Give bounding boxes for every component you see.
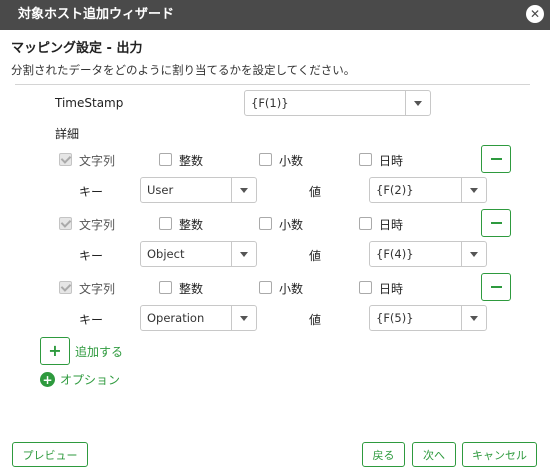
key-select-value: Object: [147, 247, 185, 261]
remove-row-button[interactable]: [481, 145, 511, 173]
dialog-title-bar: 対象ホスト追加ウィザード ✕: [0, 0, 550, 30]
key-label: キー: [79, 185, 104, 199]
value-label: 値: [309, 185, 322, 199]
type-datetime-checkbox[interactable]: [359, 217, 372, 230]
value-label: 値: [309, 313, 322, 327]
type-datetime-label: 日時: [379, 282, 404, 296]
chevron-down-icon: [461, 178, 486, 202]
value-select[interactable]: {F(4)}: [369, 241, 487, 267]
type-integer-checkbox[interactable]: [159, 281, 172, 294]
type-string-checkbox[interactable]: [59, 217, 72, 230]
plus-circle-icon[interactable]: +: [40, 372, 55, 387]
chevron-down-icon: [405, 91, 430, 115]
options-link[interactable]: オプション: [60, 371, 120, 388]
chevron-down-icon: [231, 178, 256, 202]
value-select[interactable]: {F(5)}: [369, 305, 487, 331]
add-row-button[interactable]: +: [40, 337, 70, 365]
type-decimal-label: 小数: [279, 218, 304, 232]
type-integer-label: 整数: [179, 282, 204, 296]
type-string-label: 文字列: [79, 218, 116, 232]
type-string-label: 文字列: [79, 154, 116, 168]
type-datetime-checkbox[interactable]: [359, 281, 372, 294]
type-decimal-checkbox[interactable]: [259, 281, 272, 294]
type-integer-label: 整数: [179, 218, 204, 232]
chevron-down-icon: [231, 306, 256, 330]
chevron-down-icon: [231, 242, 256, 266]
value-select-value: {F(2)}: [376, 183, 414, 197]
type-datetime-checkbox[interactable]: [359, 153, 372, 166]
timestamp-select[interactable]: {F(1)}: [244, 90, 431, 116]
timestamp-select-value: {F(1)}: [251, 96, 289, 110]
preview-button[interactable]: プレビュー: [12, 442, 88, 467]
type-integer-checkbox[interactable]: [159, 153, 172, 166]
section-description: 分割されたデータをどのように割り当てるかを設定してください。: [11, 63, 356, 77]
key-label: キー: [79, 249, 104, 263]
next-button[interactable]: 次へ: [412, 442, 456, 467]
key-select[interactable]: Object: [140, 241, 257, 267]
value-select-value: {F(4)}: [376, 247, 414, 261]
key-label: キー: [79, 313, 104, 327]
key-select-value: Operation: [147, 311, 205, 325]
type-string-checkbox[interactable]: [59, 281, 72, 294]
type-string-label: 文字列: [79, 282, 116, 296]
chevron-down-icon: [461, 306, 486, 330]
type-integer-checkbox[interactable]: [159, 217, 172, 230]
value-select-value: {F(5)}: [376, 311, 414, 325]
back-button[interactable]: 戻る: [362, 442, 405, 467]
remove-row-button[interactable]: [481, 273, 511, 301]
key-select[interactable]: User: [140, 177, 257, 203]
key-select-value: User: [147, 183, 174, 197]
type-string-checkbox[interactable]: [59, 153, 72, 166]
details-label: 詳細: [55, 127, 80, 141]
type-datetime-label: 日時: [379, 218, 404, 232]
type-decimal-checkbox[interactable]: [259, 153, 272, 166]
remove-row-button[interactable]: [481, 209, 511, 237]
dialog-title: 対象ホスト追加ウィザード: [18, 7, 175, 22]
value-select[interactable]: {F(2)}: [369, 177, 487, 203]
timestamp-label: TimeStamp: [55, 96, 124, 110]
close-icon[interactable]: ✕: [526, 5, 544, 23]
key-select[interactable]: Operation: [140, 305, 257, 331]
type-integer-label: 整数: [179, 154, 204, 168]
section-title: マッピング設定 - 出力: [11, 41, 143, 56]
type-decimal-label: 小数: [279, 154, 304, 168]
cancel-button[interactable]: キャンセル: [462, 442, 537, 467]
type-datetime-label: 日時: [379, 154, 404, 168]
type-decimal-label: 小数: [279, 282, 304, 296]
value-label: 値: [309, 249, 322, 263]
chevron-down-icon: [461, 242, 486, 266]
type-decimal-checkbox[interactable]: [259, 217, 272, 230]
add-row-link[interactable]: 追加する: [75, 343, 123, 360]
divider: [15, 84, 530, 85]
